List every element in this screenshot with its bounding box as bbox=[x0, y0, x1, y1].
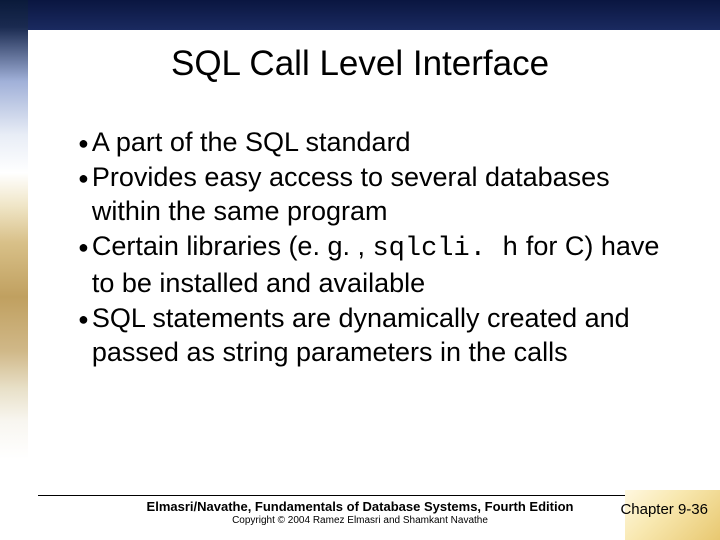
footer-divider bbox=[38, 495, 625, 496]
slide-content: ● A part of the SQL standard ● Provides … bbox=[78, 126, 660, 371]
top-bar-decoration bbox=[0, 0, 720, 30]
bullet-icon: ● bbox=[78, 308, 89, 330]
slide-title: SQL Call Level Interface bbox=[0, 44, 720, 84]
bullet-text: SQL statements are dynamically created a… bbox=[92, 302, 660, 369]
list-item: ● A part of the SQL standard bbox=[78, 126, 660, 159]
bullet-text: Certain libraries (e. g. , sqlcli. h for… bbox=[92, 230, 660, 300]
list-item: ● Certain libraries (e. g. , sqlcli. h f… bbox=[78, 230, 660, 300]
bullet-icon: ● bbox=[78, 236, 89, 258]
slide: SQL Call Level Interface ● A part of the… bbox=[0, 0, 720, 540]
bullet-text-code: sqlcli. h bbox=[372, 234, 518, 264]
slide-footer: Elmasri/Navathe, Fundamentals of Databas… bbox=[0, 499, 720, 526]
list-item: ● Provides easy access to several databa… bbox=[78, 161, 660, 228]
bullet-icon: ● bbox=[78, 132, 89, 154]
footer-main-text: Elmasri/Navathe, Fundamentals of Databas… bbox=[0, 499, 720, 514]
bullet-text: A part of the SQL standard bbox=[92, 126, 660, 159]
list-item: ● SQL statements are dynamically created… bbox=[78, 302, 660, 369]
chapter-label: Chapter 9-36 bbox=[620, 501, 708, 518]
bullet-icon: ● bbox=[78, 167, 89, 189]
bullet-text-pre: Certain libraries (e. g. , bbox=[92, 231, 373, 261]
footer-sub-text: Copyright © 2004 Ramez Elmasri and Shamk… bbox=[0, 515, 720, 526]
bullet-text: Provides easy access to several database… bbox=[92, 161, 660, 228]
